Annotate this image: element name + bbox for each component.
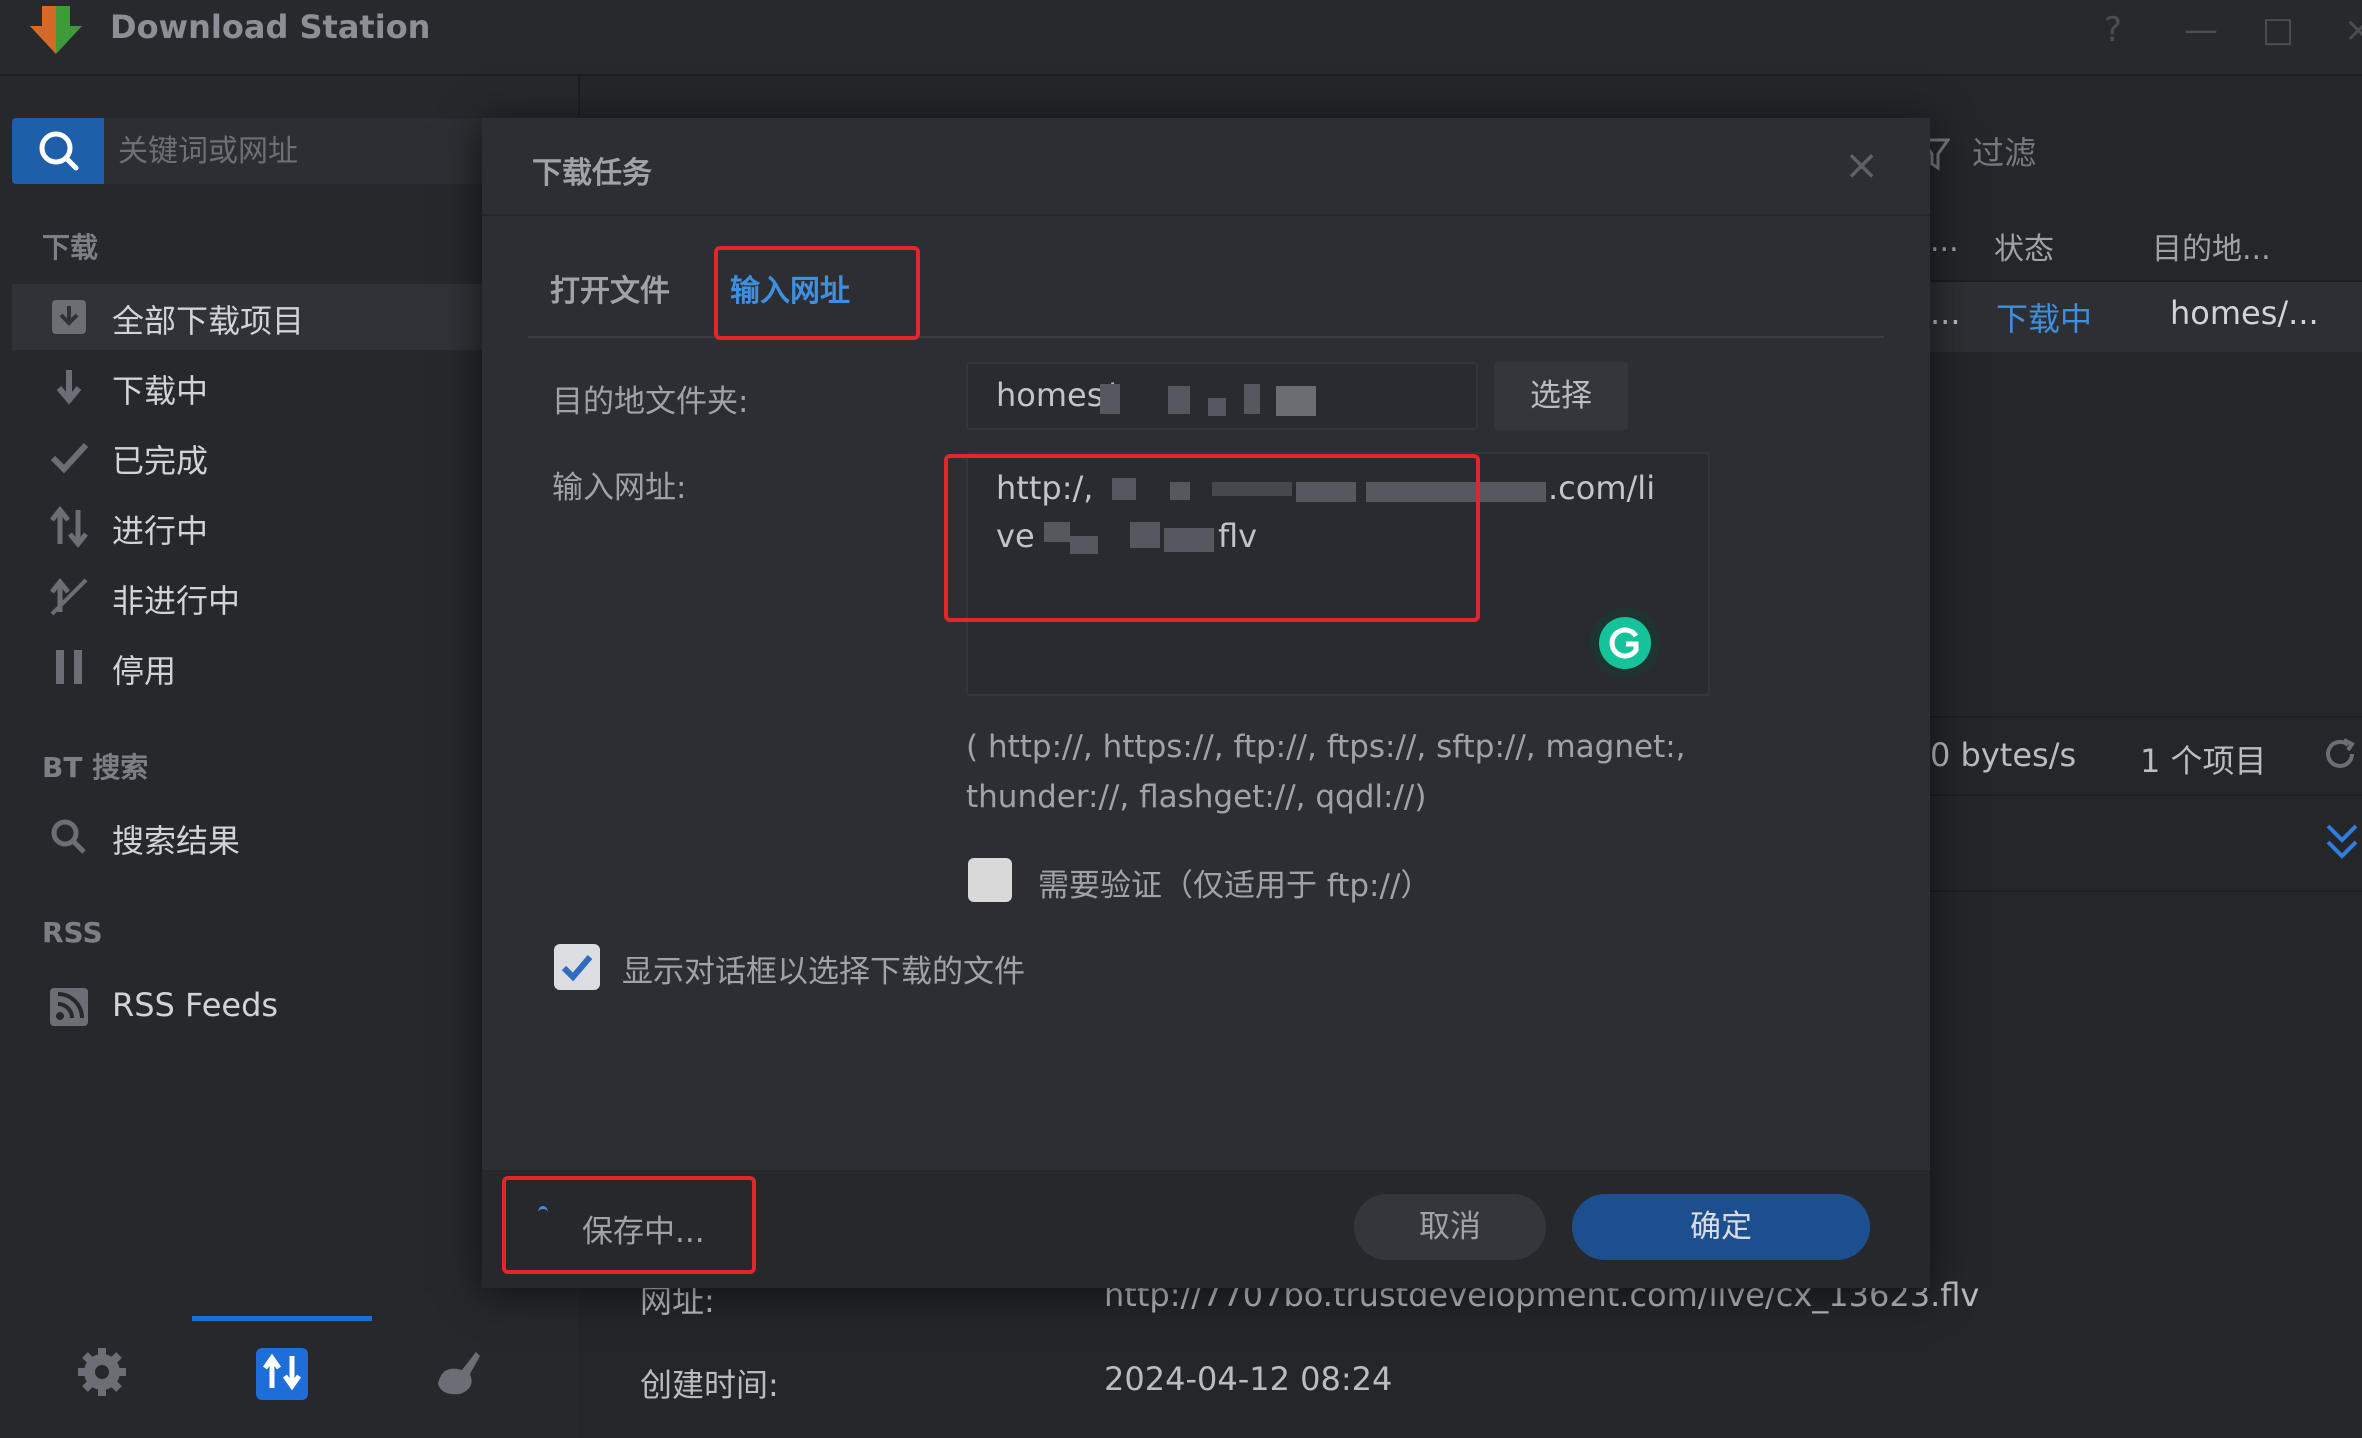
rss-icon bbox=[48, 986, 90, 1028]
annotation-box-tab bbox=[714, 246, 920, 340]
choose-folder-button[interactable]: 选择 bbox=[1494, 362, 1628, 430]
settings-gear-icon[interactable] bbox=[74, 1344, 130, 1400]
table-header: ... 状态 目的地... bbox=[1930, 210, 2362, 282]
transfers-tab-icon[interactable] bbox=[254, 1342, 310, 1402]
search-button[interactable] bbox=[12, 118, 104, 184]
tab-open-file[interactable]: 打开文件 bbox=[550, 266, 670, 310]
annotation-box-url bbox=[944, 454, 1480, 622]
sidebar-item-label: 非进行中 bbox=[112, 582, 241, 620]
show-dialog-label: 显示对话框以选择下载的文件 bbox=[622, 954, 1025, 990]
close-window-icon[interactable]: × bbox=[2344, 10, 2362, 50]
sidebar-item-label: 全部下载项目 bbox=[112, 302, 305, 340]
item-count: 1 个项目 bbox=[2140, 742, 2267, 780]
sidebar-item-label: 进行中 bbox=[112, 512, 209, 550]
table-row[interactable]: ... 下载中 homes/... bbox=[1930, 282, 2362, 352]
pause-icon bbox=[48, 646, 90, 688]
help-icon[interactable]: ? bbox=[2104, 10, 2122, 50]
detail-toggle-bar bbox=[1930, 800, 2362, 892]
dest-folder-label: 目的地文件夹: bbox=[552, 384, 749, 420]
inactive-icon bbox=[48, 576, 90, 618]
dest-folder-value: homes/ bbox=[996, 376, 1115, 414]
sidebar-item-label: 已完成 bbox=[112, 442, 209, 480]
section-bt-search: BT 搜索 bbox=[42, 751, 149, 784]
section-download: 下载 bbox=[42, 231, 99, 264]
refresh-icon[interactable] bbox=[2322, 736, 2358, 772]
sidebar-item-label: RSS Feeds bbox=[112, 986, 279, 1024]
cell: ... bbox=[1930, 294, 1961, 332]
detail-value-created: 2024-04-12 08:24 bbox=[1104, 1360, 1393, 1398]
active-tab-indicator bbox=[192, 1316, 372, 1321]
search-icon bbox=[39, 131, 79, 171]
auth-label: 需要验证（仅适用于 ftp://） bbox=[1038, 868, 1432, 904]
bt-search-tab-icon[interactable] bbox=[432, 1344, 488, 1400]
download-box-icon bbox=[48, 296, 90, 338]
protocols-line-2: thunder://, flashget://, qqdl://) bbox=[966, 779, 1427, 815]
column-header[interactable]: ... bbox=[1930, 224, 1959, 259]
sidebar-item-label: 下载中 bbox=[112, 372, 209, 410]
grammarly-icon[interactable] bbox=[1590, 608, 1660, 678]
detail-section: 网址: http://7707bo.trustdevelopment.com/l… bbox=[578, 1270, 2362, 1438]
ok-button[interactable]: 确定 bbox=[1572, 1194, 1870, 1260]
arrow-down-icon bbox=[48, 366, 90, 408]
maximize-icon[interactable]: □ bbox=[2262, 10, 2294, 50]
collapse-chevron-icon[interactable] bbox=[2324, 820, 2360, 860]
detail-label-created: 创建时间: bbox=[640, 1366, 779, 1404]
auth-checkbox[interactable] bbox=[968, 858, 1012, 902]
url-line1-end: .com/li bbox=[1548, 469, 1656, 507]
annotation-box-saving bbox=[502, 1176, 756, 1274]
column-header-status[interactable]: 状态 bbox=[1994, 224, 2054, 268]
sidebar-item-label: 搜索结果 bbox=[112, 822, 241, 860]
app-title: Download Station bbox=[110, 8, 431, 46]
updown-arrows-icon bbox=[48, 506, 90, 548]
check-icon bbox=[48, 436, 90, 478]
status-bar: 0 bytes/s 1 个项目 bbox=[1930, 716, 2362, 796]
protocols-line-1: ( http://, https://, ftp://, ftps://, sf… bbox=[966, 729, 1686, 765]
title-bar: Download Station ? — □ × bbox=[0, 0, 2362, 76]
search-icon bbox=[48, 816, 90, 858]
filter-button[interactable]: 过滤 bbox=[1920, 128, 2036, 174]
dest-folder-field[interactable]: homes/ bbox=[966, 362, 1478, 430]
supported-protocols-note: ( http://, https://, ftp://, ftps://, sf… bbox=[966, 722, 1826, 822]
cancel-button[interactable]: 取消 bbox=[1354, 1194, 1546, 1260]
dialog-header bbox=[482, 118, 1930, 216]
column-header-destination[interactable]: 目的地... bbox=[2152, 224, 2271, 268]
status-cell: 下载中 bbox=[1996, 300, 2093, 338]
sidebar-item-label: 停用 bbox=[112, 652, 177, 690]
show-dialog-checkbox[interactable] bbox=[554, 944, 600, 990]
destination-cell: homes/... bbox=[2170, 294, 2319, 332]
dialog-close-icon[interactable]: × bbox=[1844, 140, 1879, 189]
filter-label: 过滤 bbox=[1972, 134, 2037, 172]
dialog-title: 下载任务 bbox=[532, 156, 652, 191]
section-rss: RSS bbox=[42, 916, 103, 949]
download-task-dialog: 下载任务 × 打开文件 输入网址 目的地文件夹: homes/ 选择 输入网址:… bbox=[482, 118, 1930, 1288]
speed-text: 0 bytes/s bbox=[1930, 736, 2077, 774]
app-logo-icon bbox=[28, 4, 84, 60]
url-label: 输入网址: bbox=[552, 470, 687, 506]
minimize-icon[interactable]: — bbox=[2184, 10, 2218, 50]
